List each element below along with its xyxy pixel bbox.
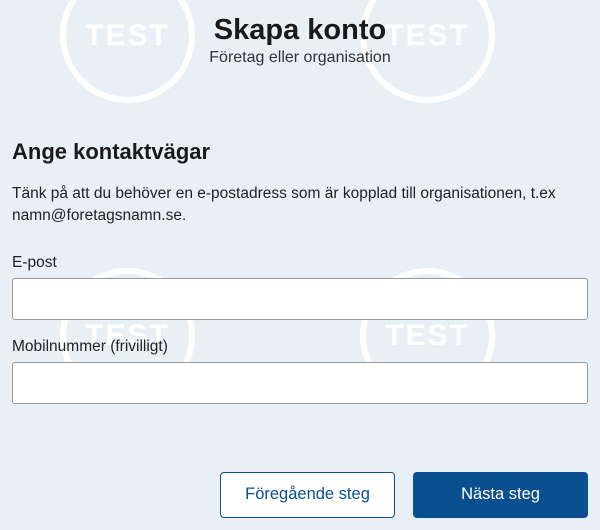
previous-step-button[interactable]: Föregående steg	[220, 472, 395, 518]
page-subtitle: Företag eller organisation	[12, 49, 588, 67]
button-row: Föregående steg Nästa steg	[12, 472, 588, 518]
next-step-button[interactable]: Nästa steg	[413, 472, 588, 518]
help-text: Tänk på att du behöver en e-postadress s…	[12, 183, 572, 228]
page-title: Skapa konto	[12, 14, 588, 47]
mobile-field[interactable]	[12, 362, 588, 404]
email-field[interactable]	[12, 278, 588, 320]
email-label: E-post	[12, 254, 588, 272]
mobile-label: Mobilnummer (frivilligt)	[12, 338, 588, 356]
section-heading: Ange kontaktvägar	[12, 139, 588, 165]
